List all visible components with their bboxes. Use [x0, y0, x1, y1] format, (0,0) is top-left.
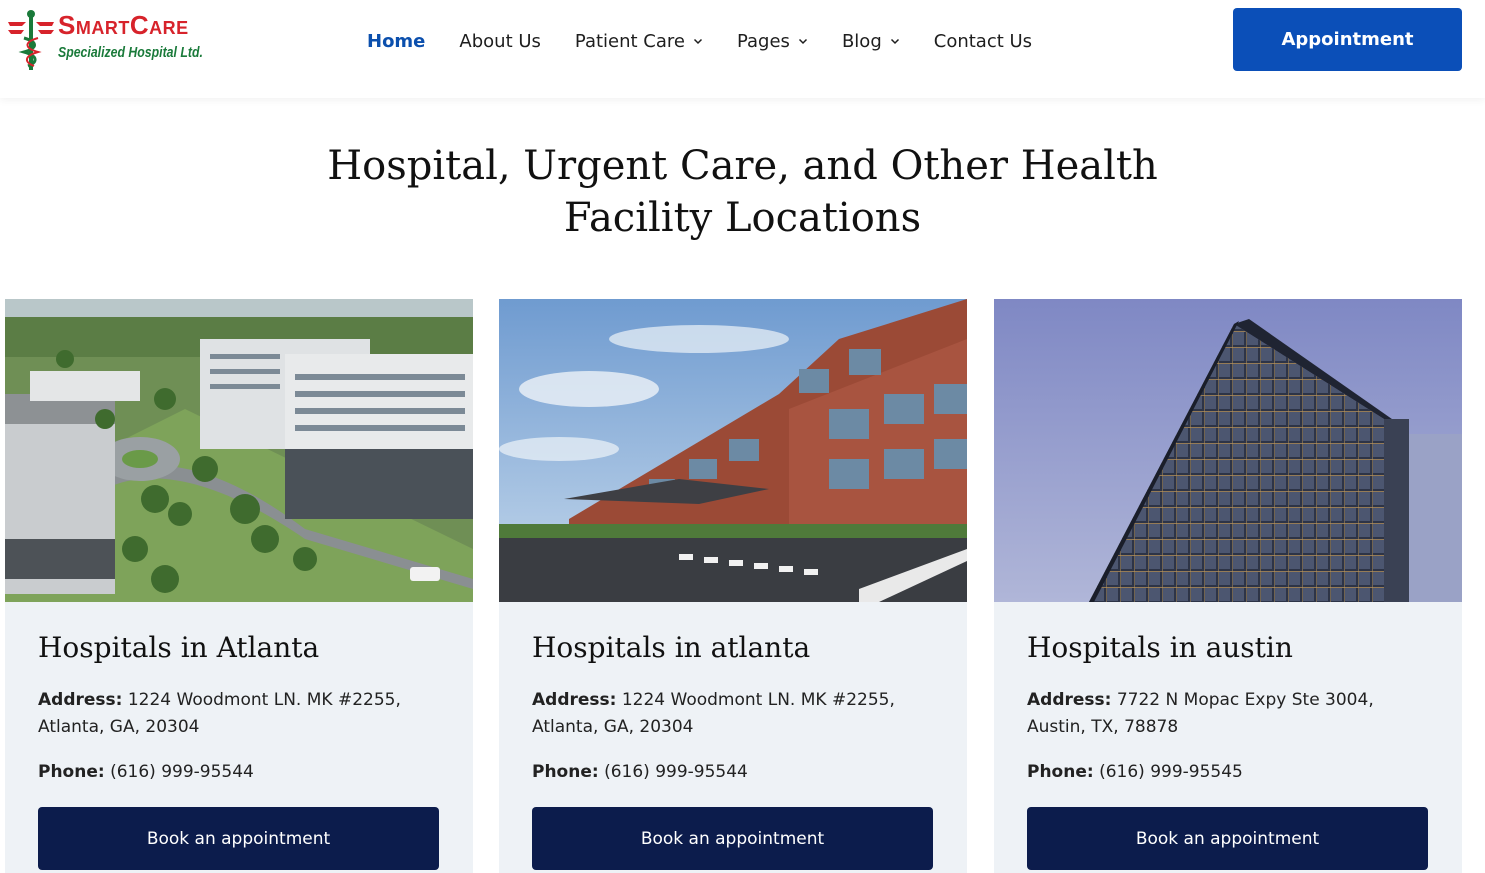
nav-about-us[interactable]: About Us	[459, 31, 541, 52]
card-phone: Phone: (616) 999-95544	[532, 759, 748, 786]
nav-blog-label: Blog	[841, 30, 882, 52]
location-card-austin: Hospitals in austin Address: 7722 N Mopa…	[994, 299, 1462, 873]
card-address: Address: 1224 Woodmont LN. MK #2255, Atl…	[38, 687, 448, 741]
location-card-atlanta: Hospitals in Atlanta Address: 1224 Woodm…	[5, 299, 473, 873]
hospital-photo-aerial	[5, 299, 473, 602]
nav-pages-label: Pages	[736, 30, 790, 52]
chevron-down-icon	[890, 38, 899, 45]
hospital-photo-brick	[499, 299, 967, 602]
appointment-button[interactable]: Appointment	[1233, 8, 1462, 71]
nav-about-us-label: About Us	[459, 30, 541, 52]
nav-contact-us-label: Contact Us	[933, 30, 1033, 52]
book-appointment-button[interactable]: Book an appointment	[38, 807, 439, 870]
phone-label: Phone:	[38, 762, 105, 782]
book-appointment-button[interactable]: Book an appointment	[1027, 807, 1428, 870]
logo[interactable]: SmartCare Specialized Hospital Ltd.	[6, 8, 203, 72]
card-title: Hospitals in atlanta	[532, 631, 811, 664]
book-appointment-button[interactable]: Book an appointment	[532, 807, 933, 870]
card-title: Hospitals in Atlanta	[38, 631, 320, 664]
main-nav: Home About Us Patient Care Pages Blog Co…	[367, 28, 1066, 54]
caduceus-logo-icon	[8, 10, 54, 70]
card-phone: Phone: (616) 999-95544	[38, 759, 254, 786]
chevron-down-icon	[798, 38, 807, 45]
nav-home-label: Home	[367, 30, 426, 52]
nav-contact-us[interactable]: Contact Us	[934, 31, 1032, 52]
card-address: Address: 1224 Woodmont LN. MK #2255, Atl…	[532, 687, 942, 741]
logo-subtitle: Specialized Hospital Ltd.	[58, 44, 203, 61]
nav-patient-care-label: Patient Care	[574, 30, 685, 52]
card-phone: Phone: (616) 999-95545	[1027, 759, 1243, 786]
logo-brand: SmartCare	[58, 10, 189, 40]
nav-patient-care[interactable]: Patient Care	[575, 31, 703, 52]
page-title: Hospital, Urgent Care, and Other Health …	[300, 140, 1185, 244]
page-title-line1: Hospital, Urgent Care, and Other Health	[327, 143, 1158, 189]
phone-value: (616) 999-95544	[604, 762, 748, 782]
address-label: Address:	[1027, 690, 1112, 710]
phone-label: Phone:	[532, 762, 599, 782]
site-header: SmartCare Specialized Hospital Ltd. Home…	[0, 0, 1485, 98]
page-title-line2: Facility Locations	[563, 195, 922, 241]
location-card-atlanta-2: Hospitals in atlanta Address: 1224 Woodm…	[499, 299, 967, 873]
hospital-photo-tower	[994, 299, 1462, 602]
phone-value: (616) 999-95545	[1099, 762, 1243, 782]
phone-value: (616) 999-95544	[110, 762, 254, 782]
card-title: Hospitals in austin	[1027, 631, 1293, 664]
nav-pages[interactable]: Pages	[737, 31, 808, 52]
card-address: Address: 7722 N Mopac Expy Ste 3004, Aus…	[1027, 687, 1437, 741]
address-label: Address:	[38, 690, 123, 710]
address-label: Address:	[532, 690, 617, 710]
phone-label: Phone:	[1027, 762, 1094, 782]
nav-blog[interactable]: Blog	[842, 31, 900, 52]
chevron-down-icon	[693, 38, 703, 45]
nav-home[interactable]: Home	[367, 31, 425, 52]
